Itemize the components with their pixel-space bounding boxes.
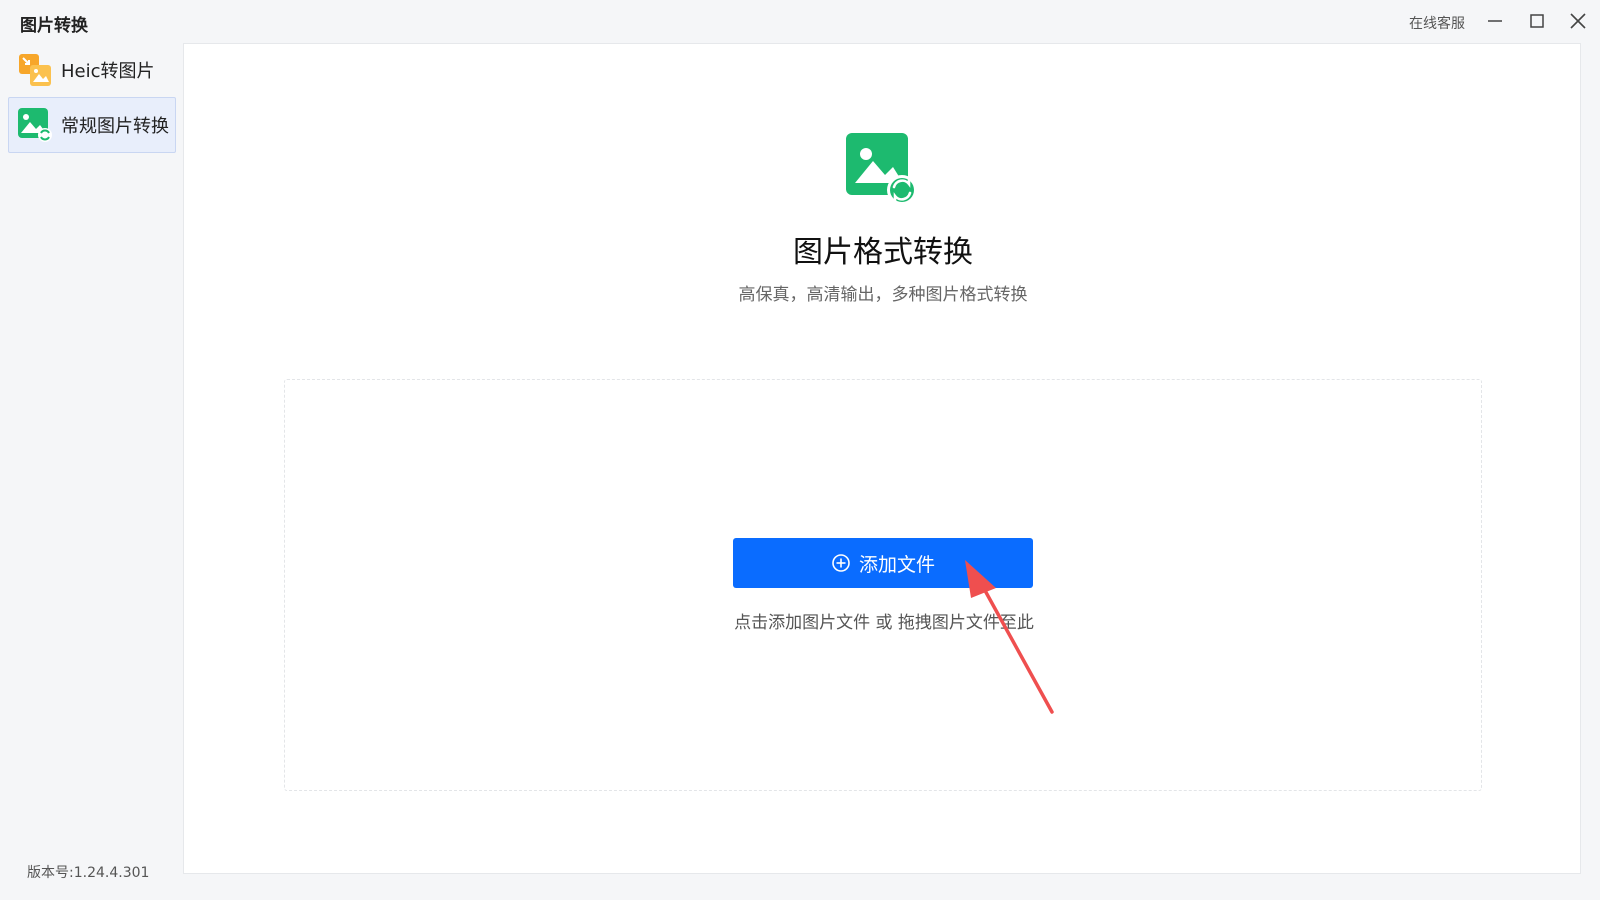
page-subtitle: 高保真，高清输出，多种图片格式转换 [738, 285, 1028, 305]
add-file-button[interactable]: 添加文件 [733, 538, 1033, 588]
title-bar: 图片转换 在线客服 [0, 0, 1600, 42]
maximize-icon [1530, 14, 1544, 28]
app-title: 图片转换 [20, 16, 88, 36]
drop-hint: 点击添加图片文件 或 拖拽图片文件至此 [734, 613, 1034, 633]
minimize-button[interactable] [1480, 6, 1510, 36]
heic-convert-icon [19, 54, 51, 86]
main-panel: 图片格式转换 高保真，高清输出，多种图片格式转换 添加文件 点击添加图片文件 或… [183, 43, 1581, 874]
version-label: 版本号:1.24.4.301 [27, 865, 150, 881]
add-file-label: 添加文件 [858, 553, 935, 576]
online-service-link[interactable]: 在线客服 [1409, 13, 1465, 33]
image-convert-icon [18, 108, 52, 142]
file-drop-zone[interactable]: 添加文件 点击添加图片文件 或 拖拽图片文件至此 [284, 379, 1482, 791]
sidebar: Heic转图片 常规图片转换 版本号:1.24.4.301 [0, 42, 182, 900]
sidebar-item-image-convert[interactable]: 常规图片转换 [8, 97, 176, 153]
page-title: 图片格式转换 [793, 235, 973, 270]
plus-circle-icon [832, 554, 850, 572]
sidebar-item-heic[interactable]: Heic转图片 [8, 42, 176, 98]
maximize-button[interactable] [1522, 6, 1552, 36]
sidebar-item-label: Heic转图片 [61, 61, 155, 82]
sidebar-item-label: 常规图片转换 [61, 116, 169, 137]
image-convert-icon [846, 133, 917, 205]
close-button[interactable] [1563, 6, 1593, 36]
minimize-icon [1488, 20, 1502, 22]
close-icon [1570, 13, 1586, 29]
